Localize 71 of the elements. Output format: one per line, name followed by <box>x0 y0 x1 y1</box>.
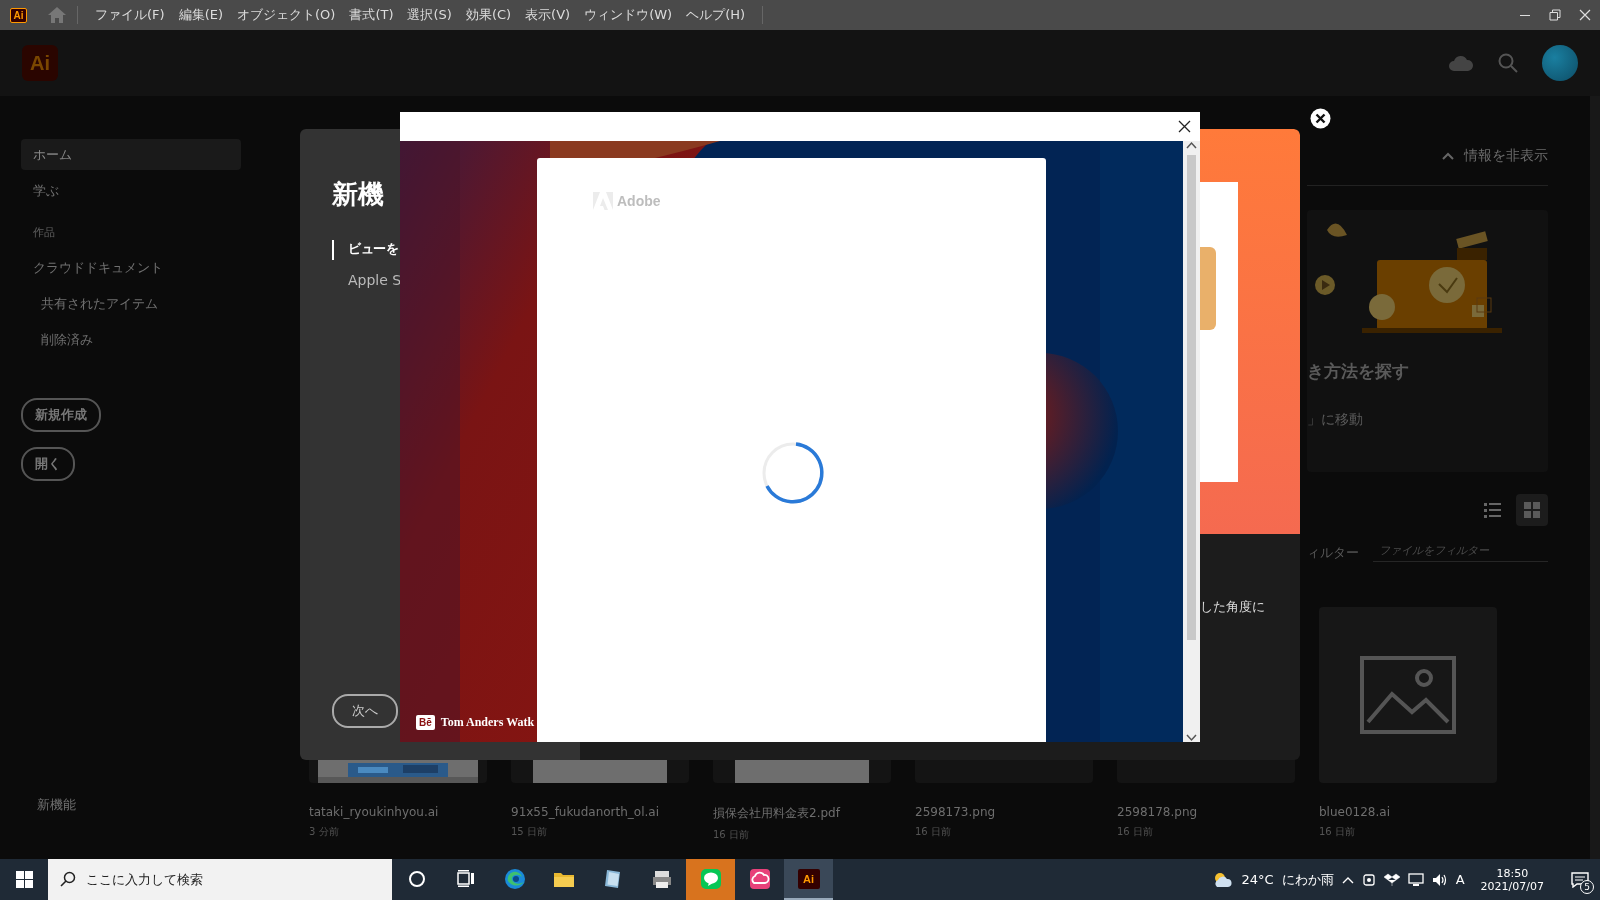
feature-title[interactable]: ビューを <box>348 240 402 258</box>
arrow-up-icon[interactable] <box>1186 141 1197 149</box>
browser-icon <box>503 867 526 890</box>
cloud-app-icon <box>748 867 771 890</box>
input-mode-indicator[interactable]: A <box>1455 872 1465 887</box>
restore-icon[interactable] <box>1549 9 1561 21</box>
file-name: tataki_ryoukinhyou.ai <box>309 805 440 819</box>
scrollbar[interactable] <box>1590 96 1600 859</box>
nav-item[interactable]: クラウドドキュメント <box>21 250 260 286</box>
notification-icon[interactable] <box>1571 871 1589 888</box>
grid-view-button[interactable] <box>1516 494 1548 526</box>
chat-bubble-icon <box>699 867 722 890</box>
app-logo: Ai <box>22 45 58 81</box>
app-label: Ai <box>797 868 820 889</box>
scroll-thumb[interactable] <box>1187 155 1196 640</box>
temperature[interactable]: 24°C <box>1241 872 1274 887</box>
search-field[interactable]: ここに入力して検索 <box>48 859 392 900</box>
new-button[interactable]: 新規作成 <box>21 398 101 432</box>
file-name: blue0128.ai <box>1319 805 1391 819</box>
network-icon[interactable] <box>1407 872 1424 887</box>
filter-label: ィルター <box>1307 544 1359 562</box>
avatar[interactable] <box>1542 45 1578 81</box>
search-icon <box>60 871 76 887</box>
menu-item[interactable]: 選択(S) <box>400 6 459 24</box>
close-icon[interactable] <box>1178 120 1191 133</box>
clock[interactable]: 18:50 2021/07/07 <box>1480 866 1544 893</box>
menu-item[interactable]: ファイル(F) <box>88 6 172 24</box>
menu-item[interactable]: 書式(T) <box>342 6 401 24</box>
menu-item[interactable]: ヘルプ(H) <box>679 6 753 24</box>
image-placeholder-icon <box>1360 656 1456 734</box>
nav-item[interactable]: 削除済み <box>21 322 260 358</box>
nav-item[interactable]: 学ぶ <box>21 175 241 206</box>
card-title: き方法を探す <box>1307 360 1410 383</box>
grid-icon <box>1522 500 1542 520</box>
weather-text[interactable]: にわか雨 <box>1281 870 1334 889</box>
menu-item[interactable]: ウィンドウ(W) <box>577 6 680 24</box>
hide-info-button[interactable]: 情報を非表示 <box>1307 141 1548 171</box>
file-name: 2598173.png <box>915 805 997 819</box>
close-icon[interactable] <box>1310 108 1331 129</box>
task-view-icon <box>454 867 477 890</box>
app-badge: Ai <box>10 7 27 23</box>
file-thumbnail[interactable] <box>1319 607 1497 783</box>
next-button[interactable]: 次へ <box>332 694 398 728</box>
feature-caption: した角度に <box>1200 598 1266 616</box>
camera-icon[interactable] <box>1361 872 1376 887</box>
notification-count: 5 <box>1580 880 1594 894</box>
file-name: 91x55_fukudanorth_ol.ai <box>511 805 660 819</box>
file-time: 3 分前 <box>309 825 340 839</box>
open-button[interactable]: 開く <box>21 447 75 481</box>
dialog-title: 新機 <box>332 178 385 211</box>
file-name: 損保会社用料金表2.pdf <box>713 805 842 822</box>
menu-item[interactable]: 効果(C) <box>458 6 519 24</box>
scrollbar[interactable] <box>1183 141 1200 742</box>
nav-item[interactable]: ホーム <box>21 139 241 170</box>
nav-item[interactable]: 新機能 <box>21 796 260 814</box>
taskbar-app[interactable]: Ai <box>784 859 833 900</box>
volume-icon[interactable] <box>1431 872 1448 887</box>
file-name: 2598178.png <box>1117 805 1199 819</box>
arrow-down-icon[interactable] <box>1186 734 1197 742</box>
menu-item[interactable]: オブジェクト(O) <box>230 6 343 24</box>
section-heading: 作品 <box>32 225 56 240</box>
box-icon[interactable] <box>1383 872 1400 887</box>
list-icon <box>1482 500 1502 520</box>
chevron-up-icon[interactable] <box>1341 875 1354 884</box>
menu-item[interactable]: 編集(E) <box>171 6 230 24</box>
caret-icon <box>1442 152 1454 160</box>
nav-item[interactable]: 共有されたアイテム <box>21 286 260 322</box>
search-icon[interactable] <box>1498 53 1518 73</box>
windows-start-icon[interactable] <box>15 871 33 888</box>
feature-text: Apple S <box>348 272 402 288</box>
menu-item[interactable]: 表示(V) <box>518 6 578 24</box>
